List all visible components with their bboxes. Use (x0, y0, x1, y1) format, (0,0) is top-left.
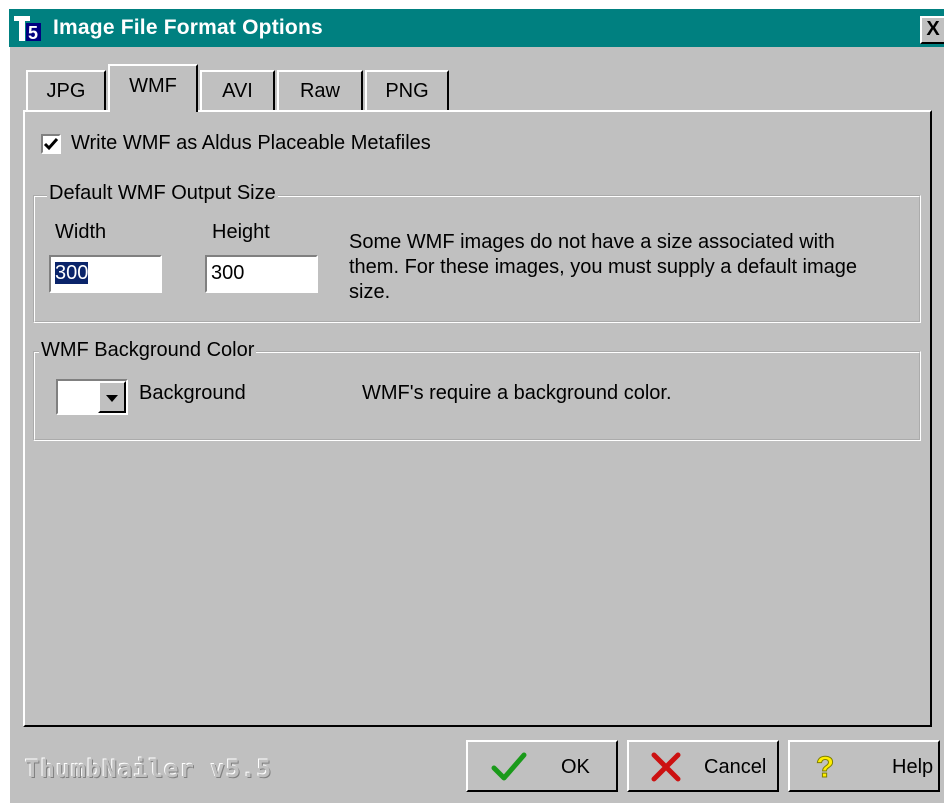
ok-label: OK (561, 756, 590, 778)
tab-label: AVI (222, 79, 253, 102)
background-description: WMF's require a background color. (362, 382, 672, 404)
width-label: Width (55, 221, 107, 243)
tab-label: JPG (46, 79, 86, 102)
version-label: ThumbNailer v5.5 (25, 755, 273, 783)
help-button[interactable]: ? Help (788, 740, 940, 792)
checkmark-icon (43, 138, 59, 151)
height-input[interactable]: 300 (205, 255, 318, 293)
output-size-description: Some WMF images do not have a size assoc… (349, 231, 858, 303)
output-size-legend: Default WMF Output Size (47, 182, 278, 205)
close-button[interactable]: X (920, 16, 944, 44)
tab-avi[interactable]: AVI (200, 70, 275, 110)
dropdown-arrow-button[interactable] (98, 381, 126, 413)
chevron-down-icon (106, 395, 118, 402)
help-label: Help (892, 756, 934, 778)
cancel-label: Cancel (704, 756, 767, 778)
ok-button[interactable]: OK (466, 740, 618, 792)
cancel-button[interactable]: Cancel (627, 740, 779, 792)
tab-label: WMF (129, 74, 177, 97)
close-icon: X (926, 18, 940, 40)
height-value: 300 (211, 262, 245, 284)
tab-raw[interactable]: Raw (277, 70, 363, 110)
title-bar[interactable]: 5 Image File Format Options X (9, 9, 944, 47)
tab-wmf[interactable]: WMF (108, 64, 198, 112)
x-icon (651, 752, 681, 782)
background-label: Background (139, 382, 246, 404)
window-title: Image File Format Options (53, 16, 323, 39)
question-mark-icon: ? (816, 751, 835, 783)
placeable-metafile-checkbox[interactable] (41, 134, 61, 154)
tab-label: PNG (385, 79, 429, 102)
placeable-metafile-label: Write WMF as Aldus Placeable Metafiles (71, 132, 431, 154)
background-color-legend: WMF Background Color (39, 339, 257, 362)
dialog-window: 5 Image File Format Options X JPG WMF AV… (9, 9, 944, 803)
tab-png[interactable]: PNG (365, 70, 449, 110)
tab-jpg[interactable]: JPG (26, 70, 106, 110)
svg-text:5: 5 (28, 23, 38, 43)
checkmark-icon (491, 752, 527, 781)
background-color-dropdown[interactable] (56, 379, 128, 415)
width-input[interactable]: 300 (49, 255, 162, 293)
svg-text:?: ? (816, 751, 834, 783)
height-label: Height (212, 221, 270, 243)
tab-label: Raw (299, 79, 340, 102)
thumbnailer-app-icon: 5 (13, 13, 43, 43)
width-value: 300 (55, 262, 89, 284)
